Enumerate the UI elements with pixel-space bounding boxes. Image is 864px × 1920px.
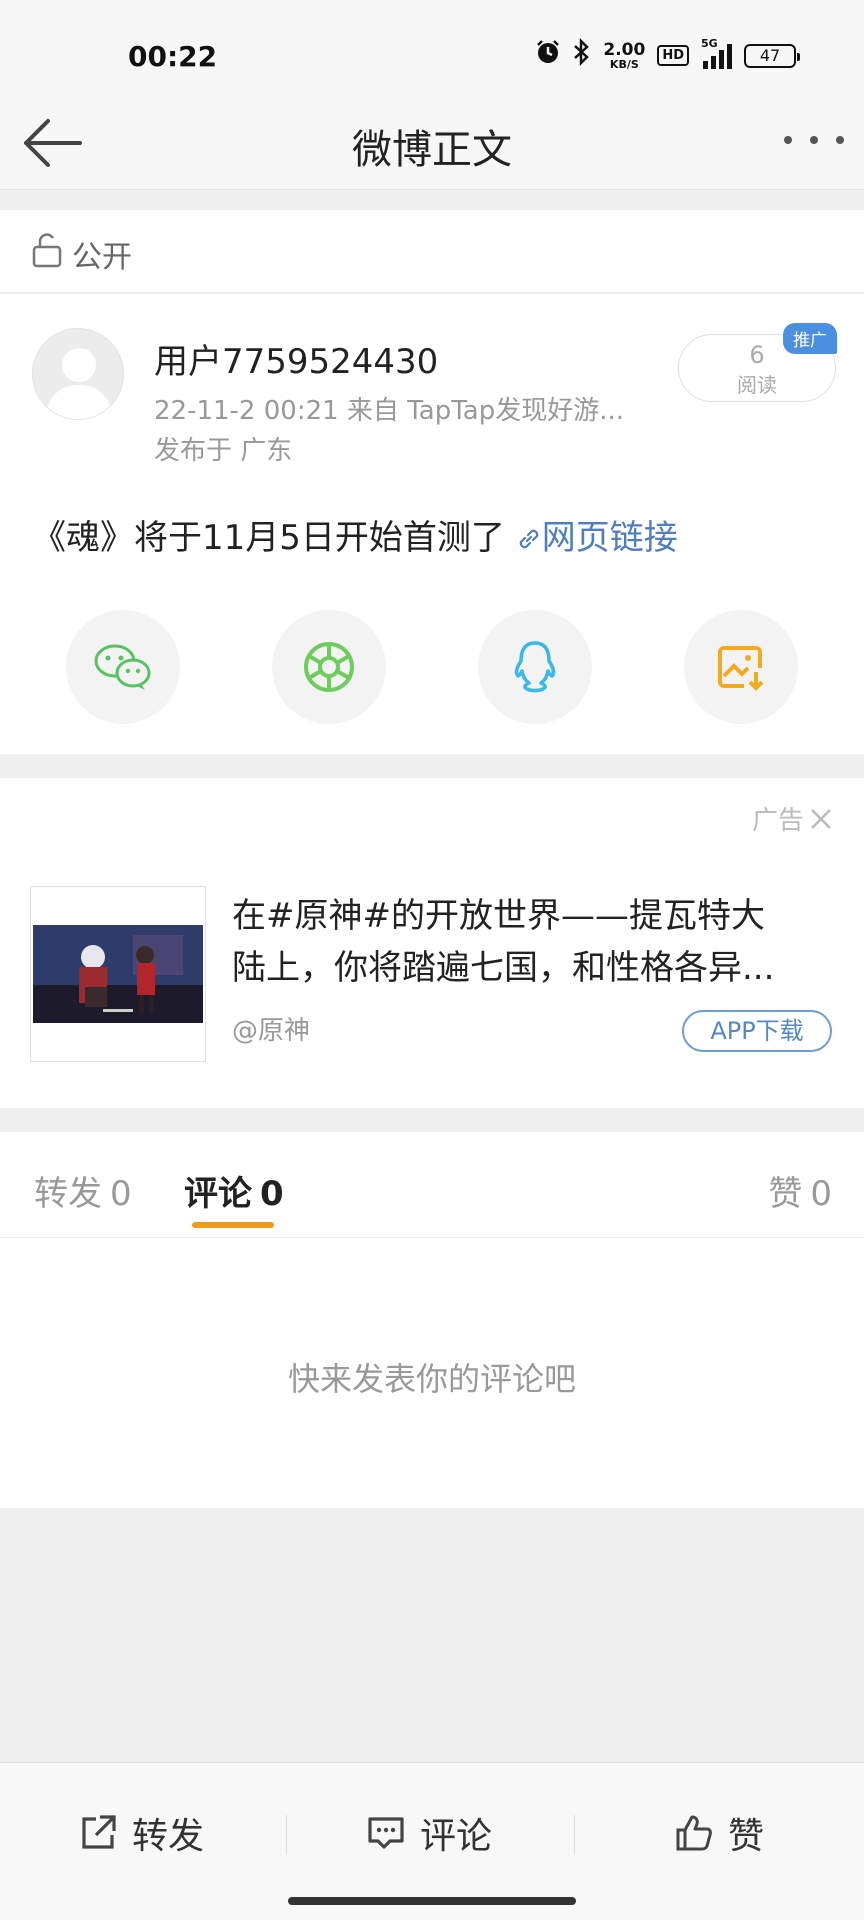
unlock-icon [32,233,62,268]
moments-icon [304,642,354,692]
ad-text-line-1: 在#原神#的开放世界——提瓦特大 [232,896,765,936]
comment-button[interactable]: 评论 [366,1805,492,1861]
ad-image [33,925,203,1023]
post-meta: 22-11-2 00:21 来自 TapTap发现好游... [154,396,625,426]
thumbs-up-icon [676,1815,712,1851]
repost-button[interactable]: 转发 [78,1805,204,1861]
tab-likes-count: 0 [810,1174,832,1214]
comments-area: 快来发表你的评论吧 [0,1238,864,1508]
app-download-button[interactable]: APP下载 [682,1010,832,1052]
tab-comments-label: 评论 [184,1174,252,1214]
visibility-label: 公开 [72,240,132,275]
post-text: 《魂》将于11月5日开始首测了 网页链接 [32,510,678,559]
active-tab-indicator [192,1222,274,1228]
status-bar: 00:22 2.00 KB/S HD 5G 47 [0,0,864,110]
share-moments-button[interactable] [272,610,386,724]
divider [574,1815,575,1855]
visibility-row[interactable]: 公开 [0,210,864,293]
ad-card[interactable]: 广告 在#原神#的开放世界——提瓦特大 陆上，你将踏遍七国，和性格各异... @… [0,778,864,1108]
tab-comments-count: 0 [260,1174,284,1214]
signal-icon: 5G [701,37,732,69]
username[interactable]: 用户7759524430 [154,334,438,383]
more-dot-icon [784,136,792,144]
ad-tag-label: 广告 [751,806,804,836]
tab-comments[interactable]: 评论 0 [184,1166,284,1215]
more-dot-icon [810,136,818,144]
tab-repost-label: 转发 [34,1174,102,1214]
alarm-icon [535,39,561,72]
like-label: 赞 [728,1816,765,1857]
share-wechat-button[interactable] [66,610,180,724]
qq-icon [514,641,556,693]
like-button[interactable]: 赞 [674,1805,764,1861]
share-out-icon [82,1815,116,1849]
post-card: 用户7759524430 22-11-2 00:21 来自 TapTap发现好游… [0,294,864,754]
net-speed: 2.00 KB/S [603,39,646,71]
save-image-button[interactable] [684,610,798,724]
repost-label: 转发 [132,1816,205,1857]
tab-likes[interactable]: 赞0 [768,1166,832,1215]
close-icon [811,808,831,829]
read-label: 阅读 [737,373,777,397]
hd-badge: HD [657,45,689,66]
promo-badge[interactable]: 推广 [783,323,837,354]
nav-bar: 微博正文 [0,95,864,190]
ad-tag[interactable]: 广告 [752,800,832,837]
default-avatar-icon [45,348,113,419]
bluetooth-icon [573,37,591,73]
net-speed-unit: KB/S [609,57,639,71]
link-icon [519,529,538,549]
tab-likes-label: 赞 [768,1174,803,1214]
tab-repost[interactable]: 转发 0 [34,1166,132,1215]
comment-icon [368,1817,404,1849]
battery-level: 47 [759,46,781,65]
ad-text[interactable]: 在#原神#的开放世界——提瓦特大 陆上，你将踏遍七国，和性格各异... [232,890,832,994]
signal-label: 5G [701,36,718,50]
wechat-icon [94,644,151,690]
bottom-action-bar: 转发 评论 赞 [0,1762,864,1920]
tab-repost-count: 0 [110,1174,132,1214]
status-icons: 2.00 KB/S HD 5G 47 [535,37,800,73]
tab-bar: 转发 0 评论 0 赞0 [0,1132,864,1238]
page-title: 微博正文 [352,127,512,173]
empty-comments-text: 快来发表你的评论吧 [287,1360,576,1398]
ad-text-line-2: 陆上，你将踏遍七国，和性格各异... [232,948,775,988]
more-button[interactable] [784,125,844,155]
home-indicator[interactable] [288,1897,576,1905]
read-count-pill[interactable]: 6 阅读 推广 [678,323,837,402]
divider [286,1815,287,1855]
share-qq-button[interactable] [478,610,592,724]
ad-thumbnail[interactable] [30,886,206,1062]
web-link-label: 网页链接 [541,518,678,558]
ad-source[interactable]: @原神 [232,1010,310,1047]
net-speed-value: 2.00 [603,39,646,60]
save-image-icon [718,646,764,691]
share-row [0,610,864,726]
more-dot-icon [836,136,844,144]
web-link[interactable]: 网页链接 [516,518,678,558]
avatar[interactable] [32,328,124,420]
post-body: 《魂》将于11月5日开始首测了 [32,518,505,558]
status-time: 00:22 [128,40,218,73]
comment-label: 评论 [420,1816,493,1857]
post-location: 发布于 广东 [154,436,293,466]
battery-icon: 47 [744,43,800,68]
